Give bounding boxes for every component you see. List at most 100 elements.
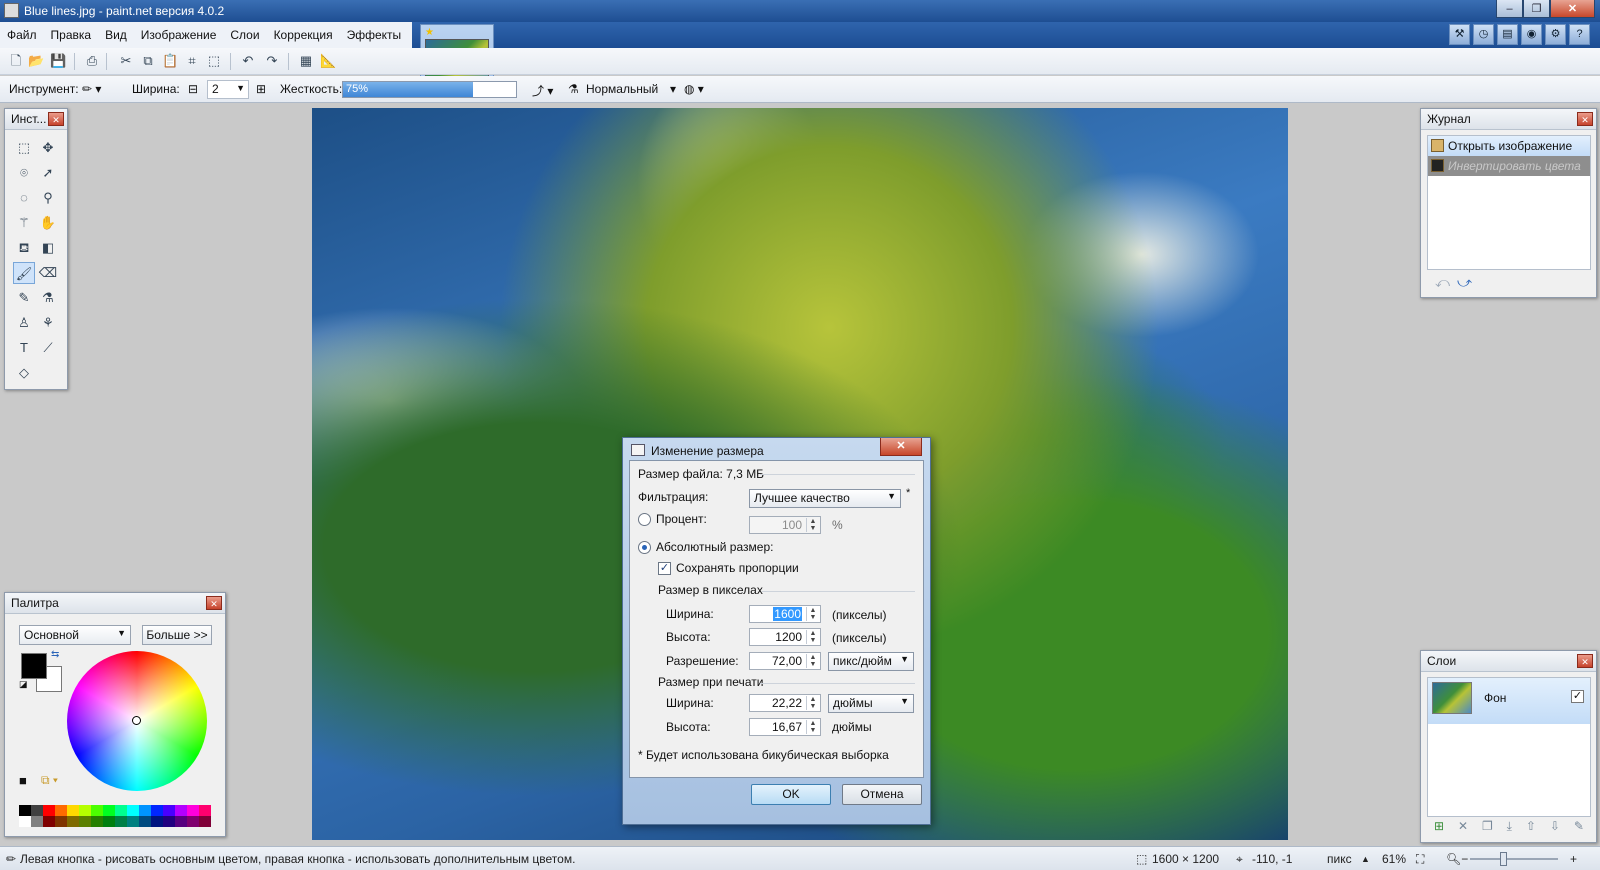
rectangle-select-icon[interactable]: ⬚ <box>13 137 35 159</box>
palette-color-swatch[interactable] <box>31 805 43 816</box>
palette-color-swatch[interactable] <box>55 805 67 816</box>
history-toggle-icon[interactable]: ◷ <box>1473 24 1494 45</box>
width-decrease-icon[interactable]: ⊟ <box>188 82 198 96</box>
tools-toggle-icon[interactable]: ⚒ <box>1449 24 1470 45</box>
undo-icon[interactable]: ↶ <box>240 53 256 69</box>
paint-bucket-icon[interactable]: ⛾ <box>13 237 35 259</box>
open-file-icon[interactable]: 📂 <box>28 53 44 69</box>
zoom-level[interactable]: 61% <box>1382 852 1406 866</box>
palette-color-swatch[interactable] <box>151 816 163 827</box>
palette-color-swatch[interactable] <box>79 816 91 827</box>
absolute-size-radio[interactable] <box>638 541 651 554</box>
delete-layer-icon[interactable]: ✕ <box>1458 819 1468 841</box>
menu-file[interactable]: Файл <box>0 22 44 48</box>
move-layer-up-icon[interactable]: ⇧ <box>1526 819 1536 841</box>
zoom-slider[interactable] <box>1470 858 1558 860</box>
print-unit-select[interactable]: дюймы ▼ <box>828 694 914 713</box>
palette-color-swatch[interactable] <box>139 805 151 816</box>
add-layer-icon[interactable]: ⊞ <box>1434 819 1444 841</box>
fit-window-icon[interactable]: ⛶ <box>1416 852 1424 867</box>
palette-color-swatch[interactable] <box>91 816 103 827</box>
pixel-width-input[interactable]: 1600 ▲ ▼ <box>749 605 821 623</box>
palette-color-swatch[interactable] <box>31 816 43 827</box>
menu-adjustments[interactable]: Коррекция <box>267 22 340 48</box>
eraser-icon[interactable]: ⌫ <box>37 262 59 284</box>
redo-icon[interactable]: ↷ <box>264 53 280 69</box>
resolution-unit-select[interactable]: пикс/дюйм ▼ <box>828 652 914 671</box>
menu-effects[interactable]: Эффекты <box>340 22 409 48</box>
palette-color-swatch[interactable] <box>151 805 163 816</box>
menu-image[interactable]: Изображение <box>134 22 224 48</box>
colors-toggle-icon[interactable]: ◉ <box>1521 24 1542 45</box>
history-item[interactable]: Открыть изображение <box>1428 136 1590 156</box>
units-select[interactable]: пикс <box>1327 852 1352 866</box>
clone-stamp-icon[interactable]: ♙ <box>13 312 35 334</box>
palette-panel-close-icon[interactable]: ✕ <box>206 596 222 610</box>
layers-panel-close-icon[interactable]: ✕ <box>1577 654 1593 668</box>
palette-mode-select[interactable]: Основной ▼ <box>19 625 131 645</box>
move-selected-icon[interactable]: ➚ <box>37 162 59 184</box>
palette-color-swatch[interactable] <box>139 816 151 827</box>
palette-color-swatch[interactable] <box>67 816 79 827</box>
line-curve-icon[interactable]: ⟋ <box>37 337 59 359</box>
layer-properties-icon[interactable]: ✎ <box>1574 819 1584 841</box>
palette-color-swatch[interactable] <box>163 816 175 827</box>
dialog-close-button[interactable]: ✕ <box>880 438 922 456</box>
duplicate-layer-icon[interactable]: ❐ <box>1482 819 1493 841</box>
palette-color-swatch[interactable] <box>127 816 139 827</box>
palette-color-swatch[interactable] <box>175 816 187 827</box>
save-icon[interactable]: 💾 <box>50 53 66 69</box>
palette-color-swatch[interactable] <box>199 816 211 827</box>
antialias-icon[interactable]: ⤴ ▾ <box>532 82 553 99</box>
palette-color-swatch[interactable] <box>19 805 31 816</box>
swap-colors-icon[interactable]: ⇆ <box>51 649 59 660</box>
palette-file-icon[interactable]: ⧉ ▾ <box>41 773 58 788</box>
filter-select[interactable]: Лучшее качество ▼ <box>749 489 901 508</box>
palette-color-swatch[interactable] <box>115 805 127 816</box>
history-undo-icon[interactable]: ⤺ <box>1435 274 1450 291</box>
rulers-icon[interactable]: 📐 <box>320 53 336 69</box>
tool-brush-icon[interactable]: ✏ ▾ <box>82 82 101 96</box>
menu-layers[interactable]: Слои <box>223 22 266 48</box>
paste-icon[interactable]: 📋 <box>162 53 178 69</box>
lasso-icon[interactable]: ⌾ <box>13 162 35 184</box>
move-layer-down-icon[interactable]: ⇩ <box>1550 819 1560 841</box>
crop-to-selection-icon[interactable]: ⌗ <box>184 53 200 69</box>
move-selection-icon[interactable]: ✥ <box>37 137 59 159</box>
layer-visibility-checkbox[interactable]: ✓ <box>1571 690 1584 703</box>
keep-ratio-checkbox[interactable]: ✓ <box>658 562 671 575</box>
magic-wand-icon[interactable]: ⚚ <box>13 212 35 234</box>
print-icon[interactable]: ⎙ <box>84 53 100 69</box>
palette-color-swatch[interactable] <box>103 805 115 816</box>
grid-icon[interactable]: ▦ <box>298 53 314 69</box>
zoom-slider-thumb[interactable] <box>1500 852 1507 866</box>
pan-icon[interactable]: ✋ <box>37 212 59 234</box>
palette-color-swatch[interactable] <box>103 816 115 827</box>
cancel-button[interactable]: Отмена <box>842 784 922 805</box>
menu-edit[interactable]: Правка <box>44 22 99 48</box>
palette-color-swatch[interactable] <box>91 805 103 816</box>
pixel-height-input[interactable]: 1200 ▲ ▼ <box>749 628 821 646</box>
print-height-input[interactable]: 16,67 ▲ ▼ <box>749 718 821 736</box>
zoom-icon[interactable]: ⚲ <box>37 187 59 209</box>
history-panel-close-icon[interactable]: ✕ <box>1577 112 1593 126</box>
primary-color-swatch[interactable] <box>21 653 47 679</box>
palette-color-swatch[interactable] <box>67 805 79 816</box>
palette-color-swatch[interactable] <box>127 805 139 816</box>
palette-color-swatch[interactable] <box>175 805 187 816</box>
ellipse-select-icon[interactable]: ◌ <box>13 187 35 209</box>
blend-mode-select[interactable]: Нормальный <box>586 82 658 96</box>
palette-color-swatch[interactable] <box>115 816 127 827</box>
palette-color-swatch[interactable] <box>43 805 55 816</box>
color-wheel-cursor[interactable] <box>132 716 141 725</box>
palette-color-swatch[interactable] <box>79 805 91 816</box>
ok-button[interactable]: OK <box>751 784 831 805</box>
palette-more-button[interactable]: Больше >> <box>142 625 212 645</box>
menu-view[interactable]: Вид <box>98 22 134 48</box>
history-item[interactable]: Инвертировать цвета <box>1428 156 1590 176</box>
tools-panel-close-icon[interactable]: ✕ <box>48 112 64 126</box>
palette-color-swatch[interactable] <box>199 805 211 816</box>
hardness-slider[interactable]: 75% <box>342 81 517 98</box>
layers-toggle-icon[interactable]: ▤ <box>1497 24 1518 45</box>
reset-colors-icon[interactable]: ◪ <box>19 679 28 690</box>
